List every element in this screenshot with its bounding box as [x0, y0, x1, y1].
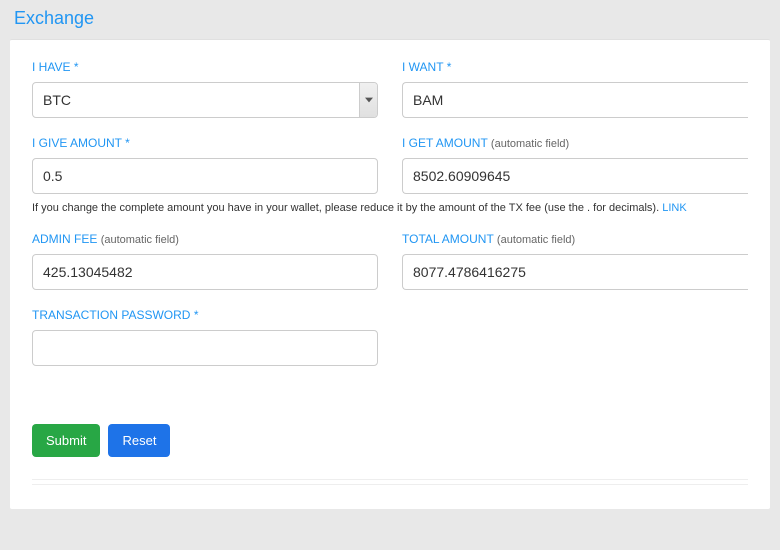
label-admin-fee: ADMIN FEE (automatic field) [32, 232, 378, 246]
field-i-have: I HAVE * BTC [32, 60, 378, 118]
i-get-amount-input[interactable] [402, 158, 748, 194]
label-text: TRANSACTION PASSWORD [32, 308, 190, 322]
i-give-amount-input[interactable] [32, 158, 378, 194]
automatic-field-note: (automatic field) [497, 234, 575, 246]
label-total-amount: TOTAL AMOUNT (automatic field) [402, 232, 748, 246]
help-text: If you change the complete amount you ha… [32, 202, 748, 214]
submit-button[interactable]: Submit [32, 424, 100, 457]
field-i-give-amount: I GIVE AMOUNT * [32, 136, 378, 194]
page-title: Exchange [0, 0, 780, 39]
transaction-password-input[interactable] [32, 330, 378, 366]
total-amount-input[interactable] [402, 254, 748, 290]
i-have-select[interactable]: BTC [32, 82, 378, 118]
i-have-value: BTC [33, 86, 359, 114]
field-admin-fee: ADMIN FEE (automatic field) [32, 232, 378, 290]
chevron-down-icon [359, 83, 377, 117]
required-mark: * [74, 60, 79, 74]
button-row: Submit Reset [32, 424, 748, 457]
required-mark: * [125, 136, 130, 150]
field-transaction-password: TRANSACTION PASSWORD * [32, 308, 378, 366]
label-text: I GET AMOUNT [402, 136, 488, 150]
label-i-get-amount: I GET AMOUNT (automatic field) [402, 136, 748, 150]
label-i-give-amount: I GIVE AMOUNT * [32, 136, 378, 150]
label-i-want: I WANT * [402, 60, 748, 74]
label-text: I HAVE [32, 60, 70, 74]
help-link[interactable]: LINK [662, 202, 686, 214]
required-mark: * [447, 60, 452, 74]
automatic-field-note: (automatic field) [491, 138, 569, 150]
admin-fee-input[interactable] [32, 254, 378, 290]
field-i-get-amount: I GET AMOUNT (automatic field) [402, 136, 748, 194]
required-mark: * [194, 308, 199, 322]
field-i-want: I WANT * BAM [402, 60, 748, 118]
help-text-content: If you change the complete amount you ha… [32, 202, 662, 214]
label-transaction-password: TRANSACTION PASSWORD * [32, 308, 378, 322]
empty-spacer [402, 308, 748, 366]
field-total-amount: TOTAL AMOUNT (automatic field) [402, 232, 748, 290]
label-text: I GIVE AMOUNT [32, 136, 122, 150]
i-want-select[interactable]: BAM [402, 82, 748, 118]
automatic-field-note: (automatic field) [101, 234, 179, 246]
i-want-value: BAM [403, 86, 748, 114]
reset-button[interactable]: Reset [108, 424, 170, 457]
label-text: I WANT [402, 60, 443, 74]
label-text: TOTAL AMOUNT [402, 232, 494, 246]
label-i-have: I HAVE * [32, 60, 378, 74]
label-text: ADMIN FEE [32, 232, 97, 246]
divider [32, 479, 748, 485]
form-card: I HAVE * BTC I WANT * BAM I GIVE AMOUNT [10, 39, 770, 509]
